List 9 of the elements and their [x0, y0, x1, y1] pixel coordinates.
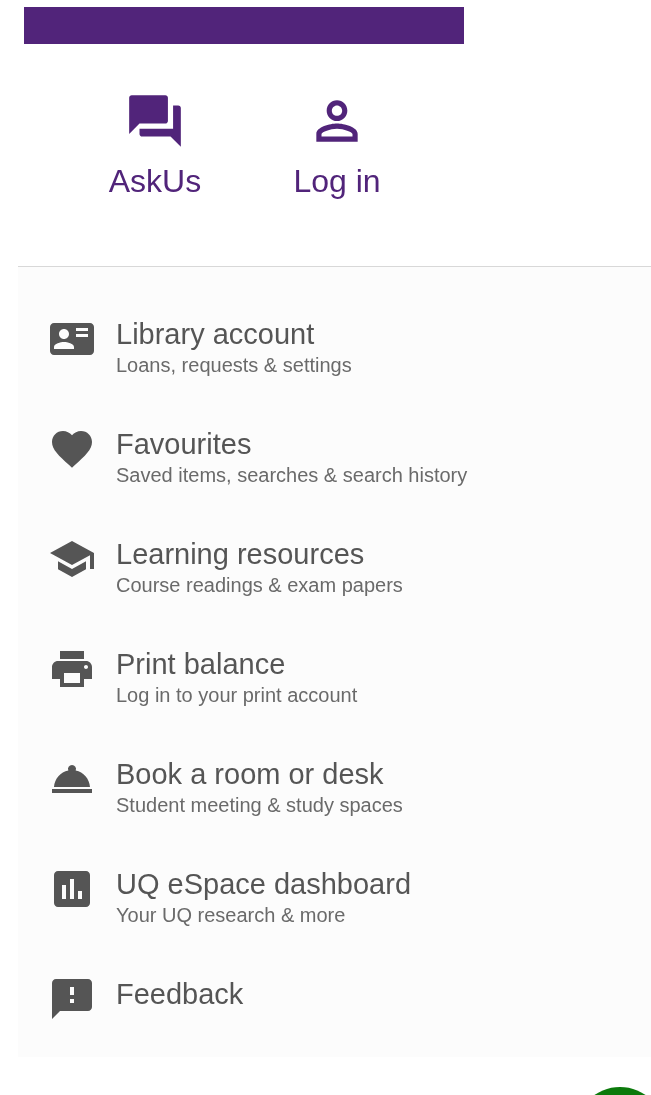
login-button[interactable]: Log in: [277, 90, 397, 266]
menu-item[interactable]: Book a room or desk Student meeting & study spaces: [18, 757, 651, 867]
menu-item[interactable]: UQ eSpace dashboard Your UQ research & more: [18, 867, 651, 977]
menu-item[interactable]: Learning resources Course readings & exam papers: [18, 537, 651, 647]
menu-item[interactable]: Feedback: [18, 977, 651, 1087]
menu-item[interactable]: Library account Loans, requests & settings: [18, 317, 651, 427]
menu-item[interactable]: Print balance Log in to your print account: [18, 647, 651, 757]
askus-button[interactable]: AskUs: [95, 90, 215, 266]
menu-item[interactable]: Favourites Saved items, searches & search history: [18, 427, 651, 537]
